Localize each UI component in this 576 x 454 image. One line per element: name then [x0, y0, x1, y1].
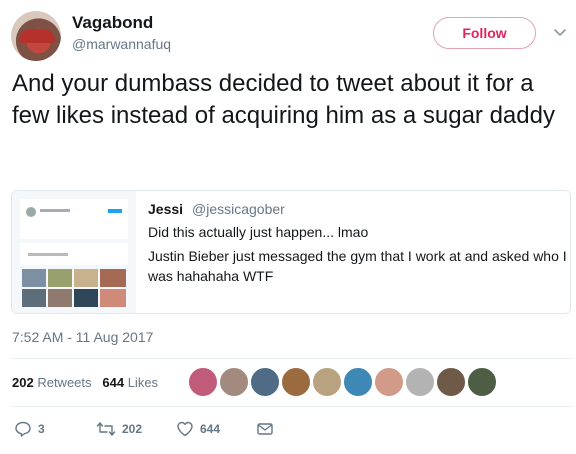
image-button — [108, 209, 122, 213]
tweet-stats: 202 Retweets 644 Likes — [12, 375, 158, 390]
quoted-tweet[interactable]: Jessi @jessicagober Did this actually ju… — [11, 190, 571, 314]
quoted-author-handle[interactable]: @jessicagober — [192, 201, 285, 217]
liker-avatar[interactable] — [312, 367, 342, 397]
author-avatar[interactable] — [11, 11, 61, 61]
retweet-action[interactable]: 202 — [96, 420, 142, 438]
envelope-icon — [257, 423, 273, 435]
image-line — [40, 209, 70, 212]
author-handle[interactable]: @marwannafuq — [72, 36, 171, 52]
image-thumb — [100, 269, 126, 287]
author-name[interactable]: Vagabond — [72, 13, 153, 33]
divider — [12, 406, 572, 407]
quoted-author-name[interactable]: Jessi — [148, 201, 183, 217]
reply-action[interactable]: 3 — [14, 420, 45, 438]
liker-avatar[interactable] — [281, 367, 311, 397]
quoted-tweet-line1: Did this actually just happen... lmao — [148, 224, 369, 240]
follow-button[interactable]: Follow — [433, 17, 536, 49]
likes-count[interactable]: 644 — [102, 375, 124, 390]
liker-avatar[interactable] — [405, 367, 435, 397]
heart-icon — [177, 421, 193, 437]
image-thumb — [48, 269, 72, 287]
message-action[interactable] — [256, 420, 274, 438]
image-thumb — [48, 289, 72, 307]
image-thumb — [100, 289, 126, 307]
retweet-icon — [96, 422, 116, 436]
quoted-tweet-image[interactable] — [12, 191, 136, 313]
image-panel — [20, 199, 128, 239]
tweet-actions: 3 202 644 — [0, 420, 576, 440]
avatar-cap — [19, 29, 55, 43]
quoted-tweet-line2: Justin Bieber just messaged the gym that… — [148, 248, 567, 284]
tweet-timestamp[interactable]: 7:52 AM - 11 Aug 2017 — [12, 329, 153, 345]
image-thumb — [74, 289, 98, 307]
image-line — [28, 253, 68, 256]
liker-avatar[interactable] — [250, 367, 280, 397]
like-action[interactable]: 644 — [176, 420, 220, 438]
liker-avatar[interactable] — [188, 367, 218, 397]
liker-avatar[interactable] — [436, 367, 466, 397]
image-thumb — [22, 269, 46, 287]
liker-avatar[interactable] — [343, 367, 373, 397]
retweets-count[interactable]: 202 — [12, 375, 34, 390]
liker-avatar[interactable] — [374, 367, 404, 397]
divider — [12, 358, 572, 359]
retweet-count: 202 — [122, 422, 143, 436]
image-dot — [26, 207, 36, 217]
like-count: 644 — [200, 422, 221, 436]
liker-avatar[interactable] — [467, 367, 497, 397]
retweets-label[interactable]: Retweets — [37, 375, 91, 390]
liker-avatar[interactable] — [219, 367, 249, 397]
reply-icon — [15, 421, 31, 437]
tweet-text: And your dumbass decided to tweet about … — [12, 70, 555, 129]
image-thumb — [74, 269, 98, 287]
likes-label[interactable]: Likes — [128, 375, 158, 390]
image-thumb — [22, 289, 46, 307]
chevron-down-icon[interactable] — [553, 25, 567, 39]
reply-count: 3 — [38, 422, 45, 436]
